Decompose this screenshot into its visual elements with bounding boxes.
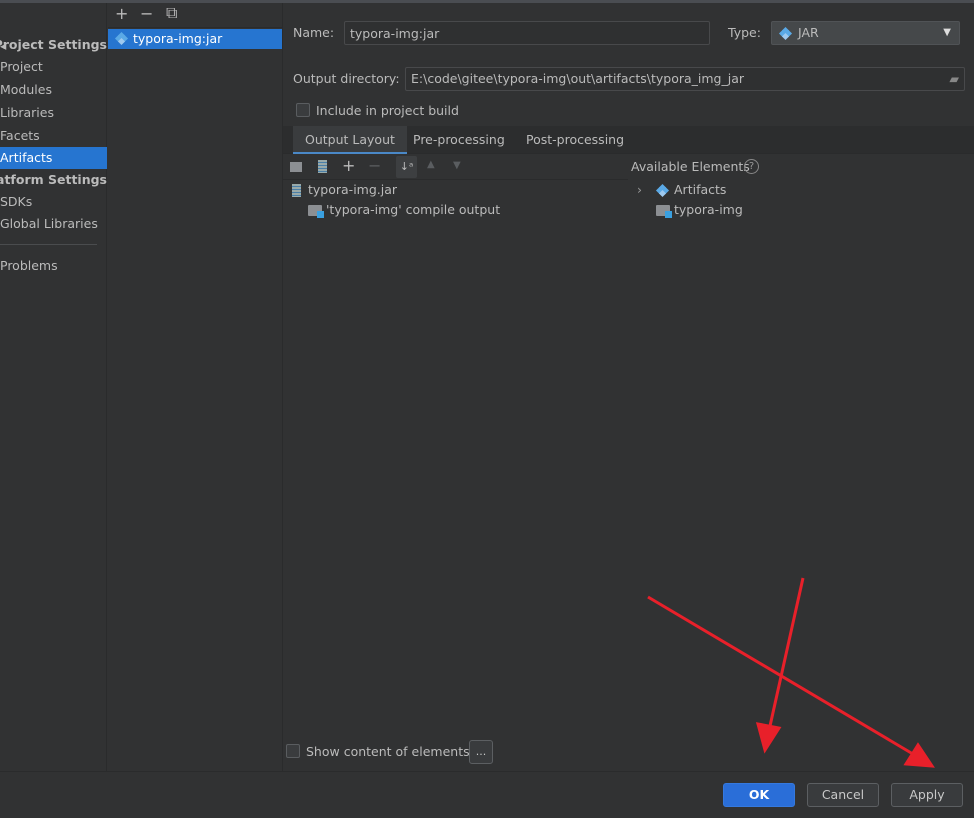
annotation-arrowhead-apply xyxy=(903,742,935,768)
annotation-arrows xyxy=(647,577,935,768)
annotation-arrowhead-ok xyxy=(755,722,782,754)
annotation-arrow-apply xyxy=(647,595,919,759)
annotation-arrow-ok xyxy=(766,577,805,736)
